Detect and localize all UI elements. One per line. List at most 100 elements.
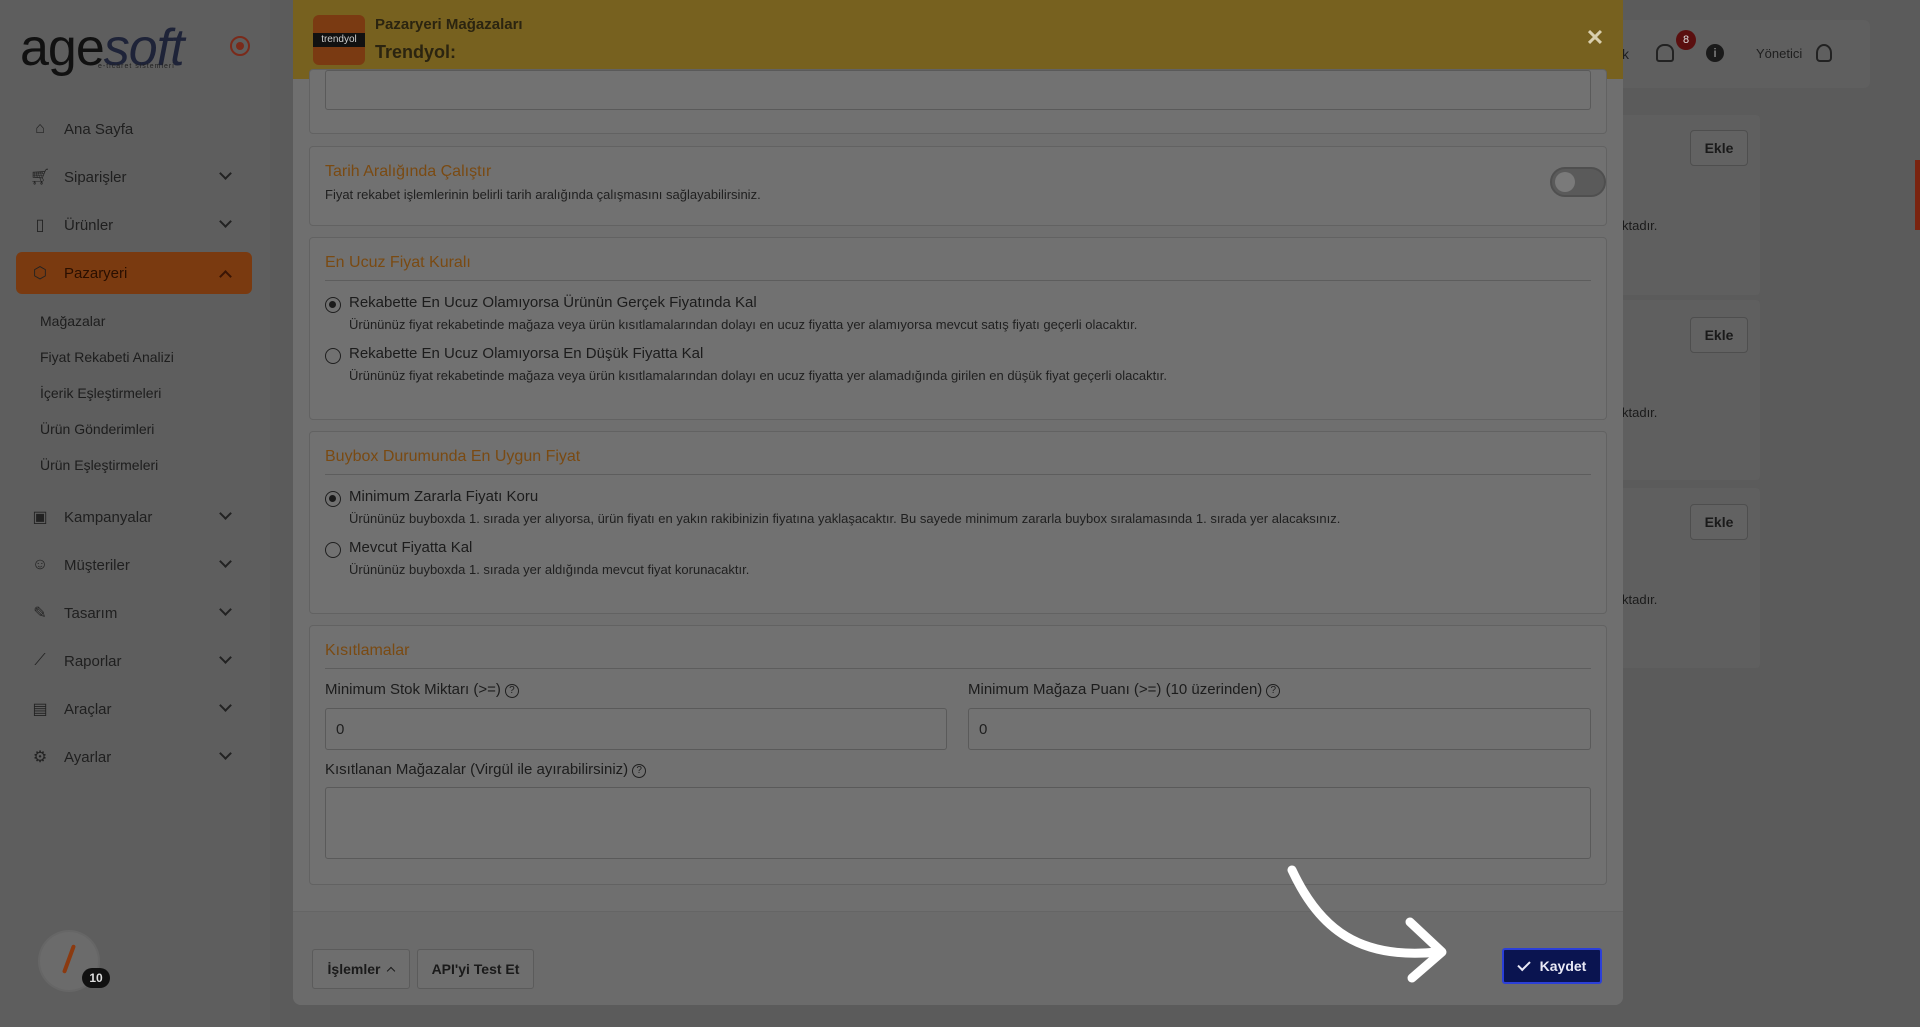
background-text: ktadır. xyxy=(1622,405,1658,420)
info-icon[interactable]: i xyxy=(1706,44,1724,62)
cheapest-price-rule-section: En Ucuz Fiyat Kuralı Rekabette En Ucuz O… xyxy=(309,237,1607,420)
bell-icon[interactable] xyxy=(1656,44,1674,62)
min-store-score-input[interactable]: 0 xyxy=(968,708,1591,750)
question-icon[interactable]: ? xyxy=(632,764,647,778)
sidebar-subitem-product-matching[interactable]: Ürün Eşleştirmeleri xyxy=(40,447,252,483)
question-icon[interactable]: ? xyxy=(1266,684,1281,698)
min-store-score-label: Minimum Mağaza Puanı (>=) (10 üzerinden)… xyxy=(968,681,1281,698)
radio-label: Mevcut Fiyatta Kal xyxy=(349,539,473,556)
radio-help-text: Ürününüz fiyat rekabetinde mağaza veya ü… xyxy=(349,317,1138,332)
background-text: ktadır. xyxy=(1622,218,1658,233)
marketplace-store-modal: trendyol Pazaryeri Mağazaları Trendyol: … xyxy=(293,0,1623,1005)
chevron-down-icon xyxy=(219,747,232,760)
section-title: Kısıtlamalar xyxy=(325,642,410,659)
sidebar-subnav: Mağazalar Fiyat Rekabeti Analizi İçerik … xyxy=(16,297,252,493)
sidebar-item-marketplace[interactable]: ⬡ Pazaryeri xyxy=(16,252,252,294)
book-icon: ▯ xyxy=(35,217,45,234)
sidebar-item-design[interactable]: ✎ Tasarım xyxy=(16,589,252,637)
test-api-button[interactable]: API'yi Test Et xyxy=(417,949,534,989)
sidebar-item-label: Kampanyalar xyxy=(64,508,153,526)
modal-header: trendyol Pazaryeri Mağazaları Trendyol: … xyxy=(293,0,1623,79)
modal-body: Tarih Aralığında Çalıştır Fiyat rekabet … xyxy=(293,69,1623,911)
assistant-bubble[interactable]: 10 xyxy=(40,932,110,990)
previous-field[interactable] xyxy=(325,70,1591,110)
date-range-toggle[interactable] xyxy=(1550,167,1606,197)
chart-icon: ⟋ xyxy=(34,652,46,669)
background-text: ktadır. xyxy=(1622,592,1658,607)
radio-label: Minimum Zararla Fiyatı Koru xyxy=(349,488,539,505)
date-range-section: Tarih Aralığında Çalıştır Fiyat rekabet … xyxy=(309,146,1607,226)
bubble-count-badge: 10 xyxy=(82,968,110,988)
add-button[interactable]: Ekle xyxy=(1690,130,1748,166)
chevron-down-icon xyxy=(219,603,232,616)
section-description: Fiyat rekabet işlemlerinin belirli tarih… xyxy=(325,187,761,202)
chevron-down-icon xyxy=(219,507,232,520)
restricted-stores-textarea[interactable] xyxy=(325,787,1591,859)
scrollbar-thumb[interactable] xyxy=(1915,160,1920,230)
user-icon[interactable] xyxy=(1816,44,1832,62)
pointer-arrow-icon xyxy=(1287,865,1447,983)
box-icon: ⬡ xyxy=(33,265,47,282)
button-label: Kaydet xyxy=(1539,958,1587,974)
sidebar-item-label: Pazaryeri xyxy=(64,264,128,282)
chevron-up-icon xyxy=(219,270,232,283)
trendyol-logo: trendyol xyxy=(313,15,365,65)
save-button[interactable]: Kaydet xyxy=(1502,948,1602,984)
section-title: Buybox Durumunda En Uygun Fiyat xyxy=(325,448,581,465)
sidebar-subitem-product-submissions[interactable]: Ürün Gönderimleri xyxy=(40,411,252,447)
section-title: Tarih Aralığında Çalıştır xyxy=(325,163,492,180)
sidebar-item-settings[interactable]: ⚙ Ayarlar xyxy=(16,733,252,781)
sidebar-item-orders[interactable]: 🛒︎ Siparişler xyxy=(16,153,252,201)
radio-help-text: Ürününüz buyboxda 1. sırada yer alıyorsa… xyxy=(349,511,1341,526)
field-label-text: Minimum Mağaza Puanı (>=) (10 üzerinden) xyxy=(968,681,1263,698)
sidebar-item-tools[interactable]: ▤ Araçlar xyxy=(16,685,252,733)
min-stock-input[interactable]: 0 xyxy=(325,708,947,750)
gear-icon: ⚙ xyxy=(32,749,48,766)
close-icon[interactable]: ✕ xyxy=(1583,26,1607,50)
button-label: İşlemler xyxy=(327,961,381,977)
sidebar-item-label: Ana Sayfa xyxy=(64,120,134,138)
sidebar-item-home[interactable]: ⌂ Ana Sayfa xyxy=(16,105,252,153)
restricted-stores-label: Kısıtlanan Mağazalar (Virgül ile ayırabi… xyxy=(325,761,647,778)
question-icon[interactable]: ? xyxy=(504,684,519,698)
sidebar-toggle-icon[interactable] xyxy=(230,36,250,56)
sidebar-subitem-stores[interactable]: Mağazalar xyxy=(40,303,252,339)
sidebar: agesoft e-ticaret sistemleri ⌂ Ana Sayfa… xyxy=(0,0,270,1027)
modal-title: Pazaryeri Mağazaları xyxy=(375,16,523,33)
radio-button[interactable] xyxy=(325,491,341,507)
field-label-text: Kısıtlanan Mağazalar (Virgül ile ayırabi… xyxy=(325,761,629,778)
add-button[interactable]: Ekle xyxy=(1690,504,1748,540)
sidebar-subitem-price-analysis[interactable]: Fiyat Rekabeti Analizi xyxy=(40,339,252,375)
radio-label: Rekabette En Ucuz Olamıyorsa Ürünün Gerç… xyxy=(349,294,757,311)
chevron-down-icon xyxy=(219,167,232,180)
sidebar-item-label: Tasarım xyxy=(64,604,118,622)
user-name[interactable]: Yönetici xyxy=(1756,46,1802,61)
operations-dropdown-button[interactable]: İşlemler xyxy=(312,949,410,989)
user-icon: ☺ xyxy=(31,556,49,573)
sidebar-item-reports[interactable]: ⟋ Raporlar xyxy=(16,637,252,685)
sidebar-item-customers[interactable]: ☺ Müşteriler xyxy=(16,541,252,589)
chevron-down-icon xyxy=(219,651,232,664)
section-divider xyxy=(325,668,1591,669)
radio-button[interactable] xyxy=(325,348,341,364)
gift-icon: ▣ xyxy=(32,509,48,526)
sidebar-item-campaigns[interactable]: ▣ Kampanyalar xyxy=(16,493,252,541)
sidebar-subitem-content-matching[interactable]: İçerik Eşleştirmeleri xyxy=(40,375,252,411)
min-stock-label: Minimum Stok Miktarı (>=)? xyxy=(325,681,519,698)
radio-button[interactable] xyxy=(325,297,341,313)
section-divider xyxy=(325,474,1591,475)
section-title: En Ucuz Fiyat Kuralı xyxy=(325,254,471,271)
notification-badge: 8 xyxy=(1676,30,1696,50)
radio-help-text: Ürününüz fiyat rekabetinde mağaza veya ü… xyxy=(349,368,1168,383)
slash-icon xyxy=(61,944,77,974)
previous-section xyxy=(309,69,1607,134)
topbar-peek-text: k xyxy=(1622,46,1629,62)
cart-icon: 🛒︎ xyxy=(29,169,51,186)
brand-logo-text: trendyol xyxy=(313,33,365,47)
clipboard-icon: ▤ xyxy=(32,701,48,718)
radio-button[interactable] xyxy=(325,542,341,558)
sidebar-item-products[interactable]: ▯ Ürünler xyxy=(16,201,252,249)
edit-icon: ✎ xyxy=(33,605,47,622)
add-button[interactable]: Ekle xyxy=(1690,317,1748,353)
logo-main: age xyxy=(20,19,105,77)
